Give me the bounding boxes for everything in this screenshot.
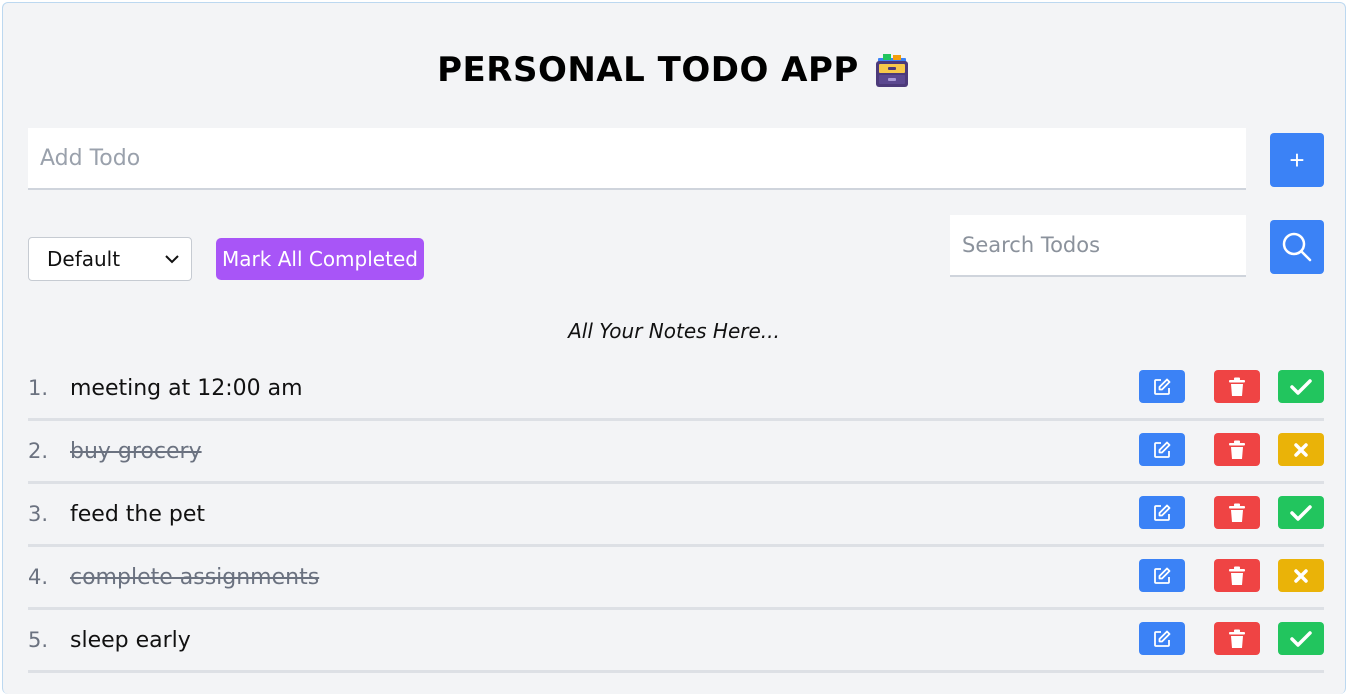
complete-button[interactable]	[1278, 370, 1324, 403]
trash-icon	[1229, 503, 1245, 522]
edit-icon	[1154, 378, 1171, 395]
x-icon	[1294, 442, 1308, 457]
check-icon	[1290, 378, 1312, 395]
trash-icon	[1229, 377, 1245, 396]
todo-text: meeting at 12:00 am	[70, 375, 303, 401]
todo-row: 2. buy grocery	[28, 421, 1324, 484]
todo-list: 1. meeting at 12:00 am 2. buy grocery 3.…	[28, 358, 1324, 673]
edit-icon	[1154, 441, 1171, 458]
todo-row: 4. complete assignments	[28, 547, 1324, 610]
search-icon	[1282, 232, 1312, 262]
file-cabinet-icon	[873, 51, 911, 89]
mark-all-label: Mark All Completed	[222, 247, 418, 271]
todo-actions	[1139, 370, 1324, 403]
search-input[interactable]	[950, 215, 1246, 277]
trash-icon	[1229, 566, 1245, 585]
trash-icon	[1229, 629, 1245, 648]
mark-all-completed-button[interactable]: Mark All Completed	[216, 238, 424, 280]
check-icon	[1290, 504, 1312, 521]
todo-text: sleep early	[70, 627, 191, 653]
todo-number: 4.	[28, 565, 49, 589]
todo-number: 2.	[28, 439, 49, 463]
uncomplete-button[interactable]	[1278, 559, 1324, 592]
todo-number: 5.	[28, 628, 49, 652]
delete-button[interactable]	[1214, 559, 1260, 592]
filter-selected-value: Default	[47, 247, 121, 271]
edit-button[interactable]	[1139, 496, 1185, 529]
trash-icon	[1229, 440, 1245, 459]
add-todo-input[interactable]	[28, 128, 1246, 190]
todo-actions	[1139, 559, 1324, 592]
edit-button[interactable]	[1139, 433, 1185, 466]
notes-heading: All Your Notes Here...	[568, 319, 780, 343]
app-container: PERSONAL TODO APP + Default Mark All Com…	[2, 2, 1346, 694]
x-icon	[1294, 568, 1308, 583]
edit-button[interactable]	[1139, 370, 1185, 403]
delete-button[interactable]	[1214, 433, 1260, 466]
page-title: PERSONAL TODO APP	[3, 50, 1345, 90]
todo-text: complete assignments	[70, 564, 320, 590]
todo-actions	[1139, 433, 1324, 466]
todo-actions	[1139, 496, 1324, 529]
complete-button[interactable]	[1278, 622, 1324, 655]
todo-text: buy grocery	[70, 438, 202, 464]
todo-row: 5. sleep early	[28, 610, 1324, 673]
uncomplete-button[interactable]	[1278, 433, 1324, 466]
delete-button[interactable]	[1214, 496, 1260, 529]
page-title-text: PERSONAL TODO APP	[437, 50, 859, 90]
todo-actions	[1139, 622, 1324, 655]
todo-text: feed the pet	[70, 501, 205, 527]
todo-row: 1. meeting at 12:00 am	[28, 358, 1324, 421]
delete-button[interactable]	[1214, 370, 1260, 403]
todo-number: 1.	[28, 376, 49, 400]
add-todo-button[interactable]: +	[1270, 133, 1324, 187]
edit-button[interactable]	[1139, 559, 1185, 592]
complete-button[interactable]	[1278, 496, 1324, 529]
edit-icon	[1154, 630, 1171, 647]
todo-number: 3.	[28, 502, 49, 526]
delete-button[interactable]	[1214, 622, 1260, 655]
filter-select[interactable]: Default	[28, 237, 192, 281]
edit-icon	[1154, 504, 1171, 521]
todo-row: 3. feed the pet	[28, 484, 1324, 547]
edit-icon	[1154, 567, 1171, 584]
check-icon	[1290, 630, 1312, 647]
search-button[interactable]	[1270, 220, 1324, 274]
chevron-down-icon	[165, 255, 179, 264]
edit-button[interactable]	[1139, 622, 1185, 655]
add-button-label: +	[1289, 144, 1305, 175]
